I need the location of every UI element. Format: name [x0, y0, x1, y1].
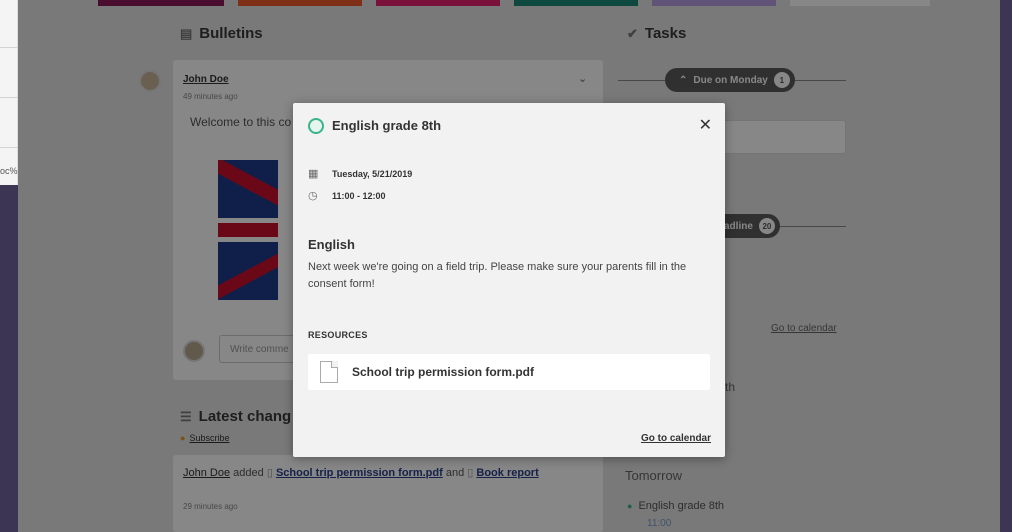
- clock-icon: ◷: [308, 190, 318, 202]
- modal-go-to-calendar[interactable]: Go to calendar: [641, 433, 711, 444]
- close-icon[interactable]: ✕: [699, 115, 712, 135]
- resource-file[interactable]: School trip permission form.pdf: [308, 354, 710, 390]
- circle-icon: [308, 118, 324, 134]
- modal-time: 11:00 - 12:00: [332, 190, 386, 201]
- modal-title: English grade 8th: [332, 118, 442, 133]
- modal-description: Next week we're going on a field trip. P…: [308, 261, 687, 290]
- divider: [0, 147, 18, 148]
- divider: [0, 47, 18, 48]
- modal-date: Tuesday, 5/21/2019: [332, 168, 413, 179]
- resources-label: RESOURCES: [308, 330, 368, 340]
- document-icon: [320, 361, 338, 383]
- modal-date-row: ▦ Tuesday, 5/21/2019: [308, 167, 412, 180]
- modal-subject: English: [308, 237, 355, 252]
- modal-time-row: ◷ 11:00 - 12:00: [308, 189, 386, 202]
- event-modal: English grade 8th ✕ ▦ Tuesday, 5/21/2019…: [293, 103, 725, 457]
- calendar-icon: ▦: [308, 168, 319, 180]
- right-strip: [1000, 0, 1012, 532]
- divider: [0, 97, 18, 98]
- browser-left-strip: oc%: [0, 0, 18, 185]
- resource-file-name: School trip permission form.pdf: [352, 365, 535, 379]
